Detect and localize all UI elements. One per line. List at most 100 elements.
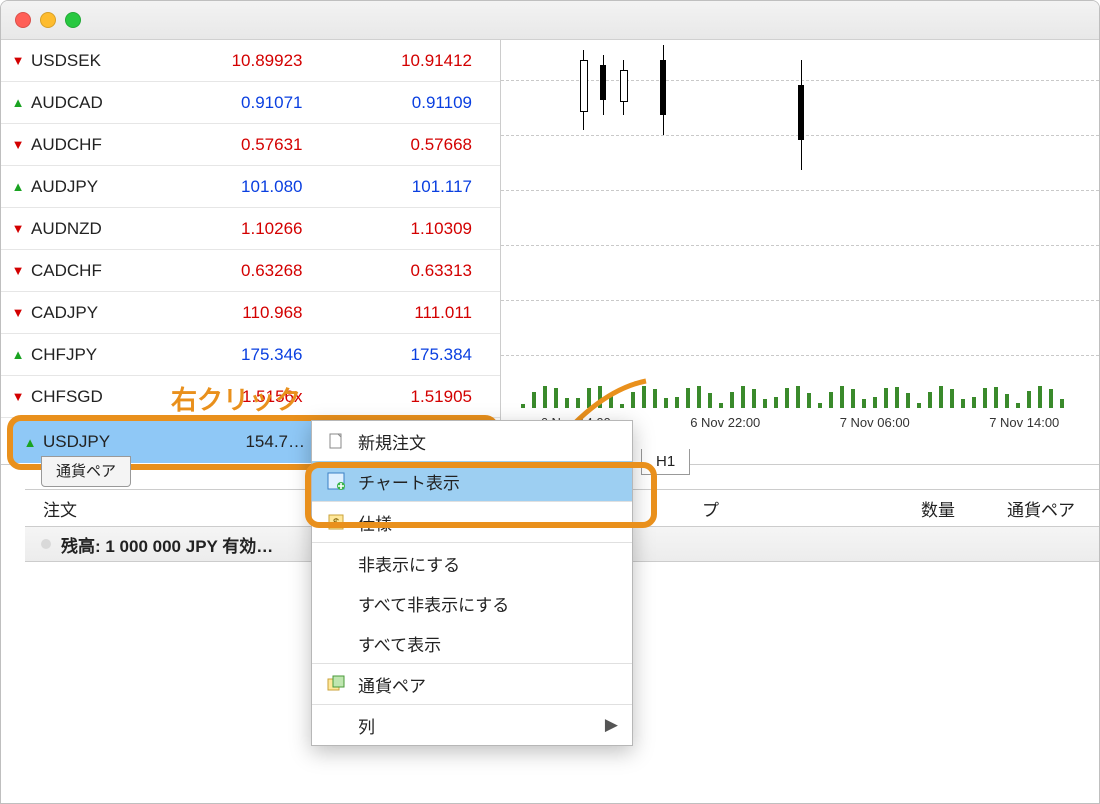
- symbol-label: CHFSGD: [31, 387, 151, 407]
- volume-bar: [664, 398, 668, 408]
- volume-bar: [906, 393, 910, 408]
- volume-bar: [686, 388, 690, 408]
- watchlist-row[interactable]: ▼ CADJPY110.968111.011: [1, 292, 500, 334]
- menu-item-label: すべて非表示にする: [358, 591, 618, 616]
- bid-value: 0.57631: [151, 135, 321, 155]
- volume-bar: [1016, 403, 1020, 409]
- volume-bar: [620, 404, 624, 408]
- volume-bar: [576, 398, 580, 408]
- svg-text:$: $: [333, 517, 339, 529]
- symbol-label: AUDCHF: [31, 135, 151, 155]
- ask-value: 10.91412: [321, 51, 491, 71]
- volume-bar: [565, 398, 569, 408]
- balance-text: 残高: 1 000 000 JPY 有効…: [61, 532, 273, 557]
- menu-item-show_all[interactable]: すべて表示: [312, 623, 632, 663]
- watchlist-row[interactable]: ▲AUDJPY101.080101.117: [1, 166, 500, 208]
- market-watch-panel: ▼USDSEK10.8992310.91412▲AUDCAD0.910710.9…: [1, 40, 501, 464]
- volume-bar: [532, 392, 536, 408]
- volume-bar: [829, 392, 833, 408]
- menu-item-label: 新規注文: [358, 429, 618, 454]
- chart-panel[interactable]: 6 Nov 14:00 6 Nov 22:00 7 Nov 06:00 7 No…: [501, 40, 1099, 464]
- ask-value: 1.51905: [321, 387, 491, 407]
- volume-bar: [807, 393, 811, 408]
- menu-item-pairs[interactable]: 通貨ペア: [312, 663, 632, 704]
- watchlist-row[interactable]: ▲CHFJPY175.346175.384: [1, 334, 500, 376]
- zoom-icon[interactable]: [65, 12, 81, 28]
- bid-value: 101.080: [151, 177, 321, 197]
- symbol-label: AUDNZD: [31, 219, 151, 239]
- volume-bar: [598, 386, 602, 408]
- symbol-label: USDSEK: [31, 51, 151, 71]
- volume-bar: [851, 389, 855, 408]
- col-qty[interactable]: 数量: [737, 496, 973, 521]
- menu-item-label: 仕様: [358, 510, 618, 535]
- menu-item-spec[interactable]: $ 仕様: [312, 501, 632, 542]
- volume-bar: [708, 393, 712, 408]
- arrow-down-icon: ▼: [11, 221, 25, 236]
- volume-bar: [675, 397, 679, 408]
- context-menu: 新規注文チャート表示 $ 仕様非表示にするすべて非表示にするすべて表示通貨ペア列▶: [311, 420, 633, 746]
- arrow-down-icon: ▼: [11, 305, 25, 320]
- volume-bar: [1005, 394, 1009, 408]
- watchlist-row[interactable]: ▼CADCHF0.632680.63313: [1, 250, 500, 292]
- menu-item-hide_all[interactable]: すべて非表示にする: [312, 583, 632, 623]
- tab-currency-pairs[interactable]: 通貨ペア: [41, 456, 131, 487]
- submenu-arrow-icon: ▶: [605, 715, 618, 735]
- volume-bar: [1060, 399, 1064, 408]
- menu-item-hide[interactable]: 非表示にする: [312, 542, 632, 583]
- menu-item-columns[interactable]: 列▶: [312, 704, 632, 745]
- arrow-up-icon: ▲: [11, 95, 25, 110]
- bid-value: 110.968: [151, 303, 321, 323]
- col-pair[interactable]: 通貨ペア: [973, 496, 1099, 521]
- volume-bar: [1049, 389, 1053, 408]
- doc-icon: [326, 431, 346, 451]
- arrow-down-icon: ▼: [11, 137, 25, 152]
- menu-item-label: 非表示にする: [358, 551, 618, 576]
- symbol-label: CADCHF: [31, 261, 151, 281]
- x-label: 7 Nov 06:00: [840, 415, 910, 430]
- ask-value: 0.57668: [321, 135, 491, 155]
- volume-bar: [763, 399, 767, 408]
- tab-label: 通貨ペア: [56, 463, 116, 480]
- volume-bar: [1027, 391, 1031, 408]
- volume-bar: [631, 392, 635, 408]
- arrow-down-icon: ▼: [11, 389, 25, 404]
- symbol-label: CHFJPY: [31, 345, 151, 365]
- main-split: ▼USDSEK10.8992310.91412▲AUDCAD0.910710.9…: [1, 40, 1099, 465]
- watchlist-row[interactable]: ▼CHFSGD1.5156x1.51905: [1, 376, 500, 418]
- bid-value: 175.346: [151, 345, 321, 365]
- volume-bar: [609, 393, 613, 408]
- menu-item-label: 通貨ペア: [358, 672, 618, 697]
- volume-bar: [587, 388, 591, 408]
- volume-bar: [884, 388, 888, 408]
- ask-value: 1.10309: [321, 219, 491, 239]
- watchlist-row[interactable]: ▲AUDCAD0.910710.91109: [1, 82, 500, 124]
- ask-value: 0.63313: [321, 261, 491, 281]
- volume-bar: [840, 386, 844, 408]
- close-icon[interactable]: [15, 12, 31, 28]
- app-window: ▼USDSEK10.8992310.91412▲AUDCAD0.910710.9…: [0, 0, 1100, 804]
- watchlist-row[interactable]: ▼AUDNZD1.102661.10309: [1, 208, 500, 250]
- menu-item-label: チャート表示: [358, 469, 618, 494]
- symbol-label: CADJPY: [31, 303, 151, 323]
- menu-item-new_order[interactable]: 新規注文: [312, 421, 632, 461]
- minimize-icon[interactable]: [40, 12, 56, 28]
- bid-value: 10.89923: [151, 51, 321, 71]
- ask-value: 111.011: [321, 303, 491, 323]
- watchlist-row[interactable]: ▼USDSEK10.8992310.91412: [1, 40, 500, 82]
- ask-value: 101.117: [321, 177, 491, 197]
- volume-bar: [983, 388, 987, 408]
- x-label: 7 Nov 14:00: [989, 415, 1059, 430]
- titlebar: [1, 1, 1099, 40]
- menu-item-show_chart[interactable]: チャート表示: [312, 461, 632, 501]
- tab-chart[interactable]: H1: [641, 449, 690, 475]
- watchlist-row[interactable]: ▼ AUDCHF0.576310.57668: [1, 124, 500, 166]
- info-icon: $: [326, 512, 346, 532]
- volume-bar: [818, 403, 822, 408]
- volume-bar: [697, 386, 701, 408]
- volume-bar: [719, 403, 723, 408]
- arrow-up-icon: ▲: [11, 179, 25, 194]
- symbol-label: AUDCAD: [31, 93, 151, 113]
- ask-value: 0.91109: [321, 93, 491, 113]
- volume-bar: [642, 386, 646, 408]
